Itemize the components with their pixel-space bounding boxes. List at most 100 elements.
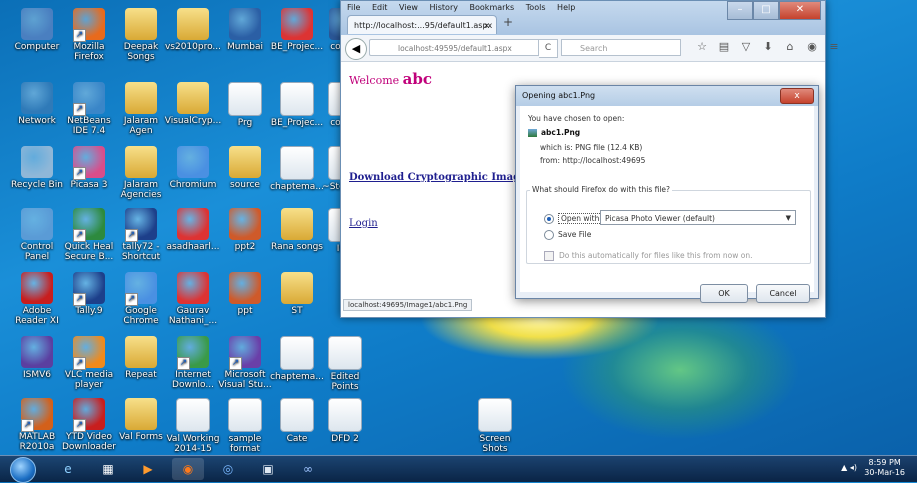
desktop-icon[interactable]: Adobe Reader XI [8,272,66,326]
start-button[interactable] [10,457,36,483]
open-with-option[interactable]: Open with [544,213,603,224]
home-icon[interactable]: ⌂ [779,40,801,53]
save-file-option[interactable]: Save File [544,230,591,240]
desktop-icon[interactable]: Internet Downlo... [164,336,222,390]
desktop-icon[interactable]: source [216,146,274,190]
desktop-icon[interactable]: Deepak Songs [112,8,170,62]
desktop-icon-label: ppt2 [234,242,256,252]
pocket-icon[interactable]: ▽ [735,40,757,53]
ism-icon [21,336,53,368]
desktop-icon[interactable]: Google Chrome [112,272,170,326]
search-input[interactable]: Search [561,39,681,56]
desktop-icon[interactable]: Computer [8,8,66,52]
desktop-icon[interactable]: ppt2 [216,208,274,252]
desktop-icon[interactable]: ST [268,272,326,316]
desktop-icon[interactable]: Gaurav Nathani_... [164,272,222,326]
desktop-icon[interactable]: ISMV6 [8,336,66,380]
open-with-radio[interactable] [544,214,554,224]
desktop-icon[interactable]: NetBeans IDE 7.4 [60,82,118,136]
chromium-icon [177,146,209,178]
desktop-icon[interactable]: Val Forms [112,398,170,442]
desktop-icon[interactable]: Repeat [112,336,170,380]
login-link[interactable]: Login [349,218,378,229]
dialog-close-button[interactable]: x [780,88,814,104]
desktop-icon[interactable]: YTD Video Downloader [60,398,118,452]
save-file-radio[interactable] [544,230,554,240]
menu-bar: File Edit View History Bookmarks Tools H… [347,3,584,12]
desktop-icon[interactable]: asadhaarl... [164,208,222,252]
pdf-icon [177,208,209,240]
explorer-folder-icon[interactable]: ▦ [92,458,124,480]
desktop-icon-label: Control Panel [20,242,54,262]
menu-help[interactable]: Help [557,3,575,12]
desktop-icon[interactable]: Edited Points [316,336,374,392]
tab-default1[interactable]: http://localhost:...95/default1.aspx × [347,15,497,34]
desktop-icon[interactable]: Recycle Bin [8,146,66,190]
menu-edit[interactable]: Edit [372,3,388,12]
desktop-icon-label: sample format [228,434,262,454]
menu-view[interactable]: View [399,3,418,12]
desktop-icon[interactable]: Network [8,82,66,126]
quickheal-icon [73,208,105,242]
auto-checkbox[interactable] [544,251,554,261]
chat-icon[interactable]: ◉ [801,40,823,53]
url-bar[interactable]: localhost:49595/default1.aspx [369,39,539,56]
menu-bookmarks[interactable]: Bookmarks [470,3,515,12]
auto-label: Do this automatically for files like thi… [559,251,753,260]
cancel-button[interactable]: Cancel [756,284,810,303]
desktop-icon[interactable]: sample format [216,398,274,454]
title-bar: File Edit View History Bookmarks Tools H… [341,1,825,35]
desktop-icon[interactable]: Screen Shots [466,398,524,454]
desktop-icon[interactable]: Chromium [164,146,222,190]
reading-list-icon[interactable]: ▤ [713,40,735,53]
downloads-icon[interactable]: ⬇ [757,40,779,53]
desktop-icon-label: Chromium [169,180,217,190]
picasa-viewer-icon[interactable]: ▣ [252,458,284,480]
menu-tools[interactable]: Tools [526,3,546,12]
desktop-icon[interactable]: MATLAB R2010a [8,398,66,452]
desktop-icon[interactable]: Mozilla Firefox [60,8,118,62]
internet-explorer-icon[interactable]: e [52,458,84,480]
window-close-button[interactable]: ✕ [779,1,821,20]
auto-option[interactable]: Do this automatically for files like thi… [544,251,752,261]
visual-studio-taskbar-icon[interactable]: ∞ [292,458,324,480]
menu-file[interactable]: File [347,3,360,12]
hamburger-menu-icon[interactable]: ≡ [823,40,845,53]
desktop-icon[interactable]: tally72 - Shortcut [112,208,170,262]
dialog-body: You have chosen to open: abc1.Png which … [520,106,814,303]
desktop-icon[interactable]: VLC media player [60,336,118,390]
doc-icon [280,336,314,370]
desktop-icon[interactable]: Microsoft Visual Stu... [216,336,274,390]
desktop-icon[interactable]: Jalaram Agencies [112,146,170,200]
download-image-link[interactable]: Download Cryptographic Image !! [349,172,539,183]
desktop-icon-label: DFD 2 [331,434,359,444]
minimize-button[interactable]: – [727,1,753,20]
firefox-taskbar-icon[interactable]: ◉ [172,458,204,480]
desktop-icon[interactable]: Control Panel [8,208,66,262]
desktop-icon[interactable]: Val Working 2014-15 [164,398,222,454]
doc-icon [228,398,262,432]
clock[interactable]: 8:59 PM 30-Mar-16 [864,458,905,478]
menu-history[interactable]: History [430,3,458,12]
desktop-icon[interactable]: Picasa 3 [60,146,118,190]
bookmark-star-icon[interactable]: ☆ [691,40,713,53]
tab-close-icon[interactable]: × [483,16,490,35]
dialog-from: from: http://localhost:49695 [540,156,646,165]
desktop-icon[interactable]: Quick Heal Secure B... [60,208,118,262]
back-button[interactable]: ◀ [345,38,367,60]
maximize-button[interactable]: □ [753,1,779,20]
desktop-icon[interactable]: ppt [216,272,274,316]
desktop-icon[interactable]: DFD 2 [316,398,374,444]
desktop-icon[interactable]: vs2010pro... [164,8,222,52]
ok-button[interactable]: OK [700,284,748,303]
open-with-select[interactable]: Picasa Photo Viewer (default) ▼ [600,210,796,225]
chromium-taskbar-icon[interactable]: ◎ [212,458,244,480]
media-player-icon[interactable]: ▶ [132,458,164,480]
new-tab-button[interactable]: + [503,15,513,29]
desktop-icon[interactable]: Jalaram Agen [112,82,170,136]
desktop-icon[interactable]: Mumbai [216,8,274,52]
desktop-icon[interactable]: Prg [216,82,274,128]
reload-icon[interactable]: C [539,39,558,58]
desktop-icon[interactable]: VisualCryp... [164,82,222,126]
desktop-icon[interactable]: Tally.9 [60,272,118,316]
